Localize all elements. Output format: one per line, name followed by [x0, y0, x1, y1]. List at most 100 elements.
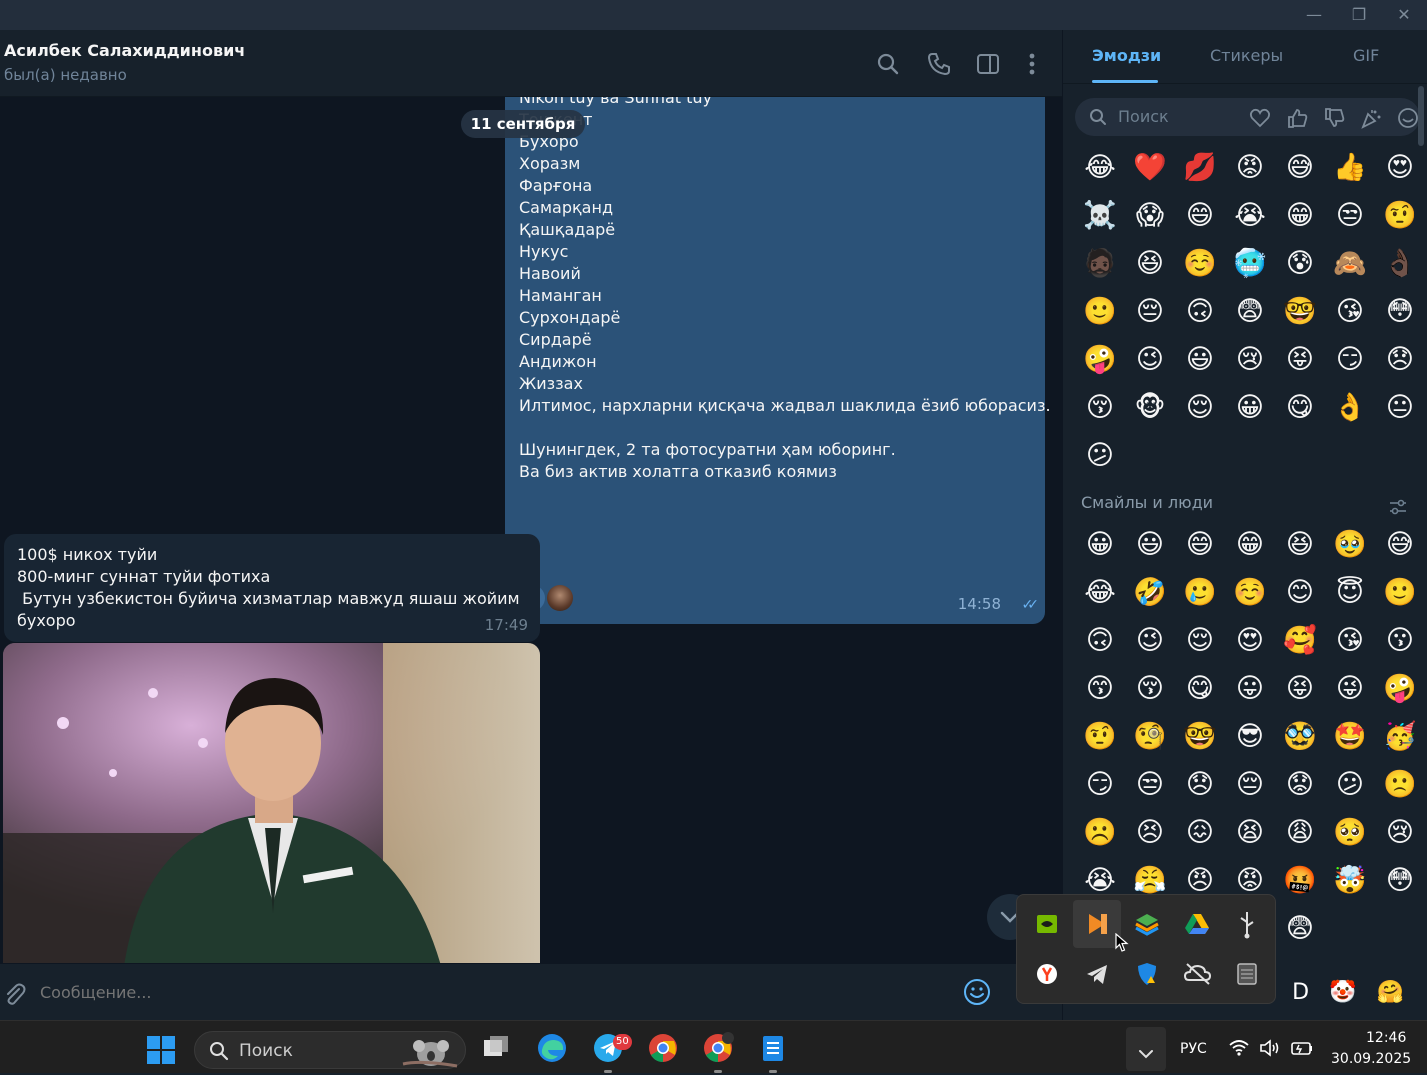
emoji-item[interactable]: 😣 [1125, 809, 1175, 857]
notepad-icon[interactable] [757, 1032, 789, 1064]
message-input[interactable] [40, 974, 940, 1010]
search-icon[interactable] [874, 50, 902, 78]
emoji-search[interactable]: Поиск [1075, 98, 1420, 136]
emoji-item[interactable]: 😘 [1325, 617, 1375, 665]
emoji-item[interactable]: 🥸 [1275, 713, 1325, 761]
phone-icon[interactable] [925, 50, 953, 78]
clock-date[interactable]: 30.09.2025 [1331, 1051, 1411, 1067]
emoji-item[interactable]: 😄 [1175, 192, 1225, 240]
emoji-item[interactable]: 😢 [1225, 336, 1275, 384]
task-view-icon[interactable] [480, 1032, 512, 1064]
emoji-item[interactable]: 🤪 [1075, 336, 1125, 384]
emoji-item[interactable]: 🥶 [1225, 240, 1275, 288]
emoji-item[interactable]: 😫 [1225, 809, 1275, 857]
emoji-item[interactable]: 😞 [1175, 761, 1225, 809]
cloud-off-icon[interactable] [1173, 950, 1221, 998]
emoji-item[interactable]: 😁 [1275, 192, 1325, 240]
emoji-item[interactable]: 😎 [1225, 713, 1275, 761]
emoji-item[interactable]: 😅 [1375, 521, 1425, 569]
emoji-item[interactable]: 😱 [1125, 192, 1175, 240]
emoji-item[interactable]: 😚 [1125, 665, 1175, 713]
emoji-item[interactable]: 🙂 [1075, 288, 1125, 336]
emoji-item[interactable]: 😞 [1375, 336, 1425, 384]
chrome-browser-icon[interactable] [647, 1032, 679, 1064]
emoji-item[interactable]: 😄 [1175, 521, 1225, 569]
emoji-item[interactable]: 😏 [1075, 761, 1125, 809]
yandex-icon[interactable] [1023, 950, 1071, 998]
sidebar-toggle-icon[interactable] [974, 50, 1002, 78]
emoji-item[interactable]: 🤪 [1375, 665, 1425, 713]
maximize-button[interactable]: ❐ [1344, 4, 1374, 26]
outgoing-message[interactable]: Nikoh tuy ва Sunnat tuy Тошкент Бухоро Х… [505, 97, 1051, 624]
settings-sliders-icon[interactable] [1388, 497, 1408, 517]
emoji-item[interactable]: 😀 [1225, 384, 1275, 432]
emoji-item[interactable]: 😭 [1225, 192, 1275, 240]
panel-scrollbar[interactable] [1418, 86, 1424, 146]
emoji-item[interactable]: 😖 [1175, 809, 1225, 857]
clock-time[interactable]: 12:46 [1366, 1030, 1406, 1046]
language-indicator[interactable]: РУС [1180, 1041, 1207, 1057]
emoji-item[interactable]: 😢 [1375, 809, 1425, 857]
chat-messages[interactable]: Nikoh tuy ва Sunnat tuy Тошкент Бухоро Х… [0, 97, 1062, 963]
emoji-button-icon[interactable] [962, 977, 992, 1007]
emoji-item[interactable]: 🤬 [1275, 857, 1325, 905]
tablet-icon[interactable] [1223, 950, 1271, 998]
emoji-item[interactable]: 😗 [1375, 617, 1425, 665]
emoji-item[interactable]: 😊 [1275, 569, 1325, 617]
emoji-item[interactable]: 💋 [1175, 144, 1225, 192]
more-menu-icon[interactable] [1018, 50, 1046, 78]
tab-gif[interactable]: GIF [1353, 46, 1379, 65]
tab-emoji[interactable]: Эмодзи [1092, 46, 1161, 65]
emoji-item[interactable]: 🥳 [1375, 713, 1425, 761]
emoji-item[interactable]: 😋 [1275, 384, 1325, 432]
emoji-item[interactable]: ☺️ [1225, 569, 1275, 617]
emoji-item[interactable]: 🙃 [1075, 617, 1125, 665]
emoji-item[interactable]: 🧔🏿 [1075, 240, 1125, 288]
emoji-item[interactable]: 😁 [1225, 521, 1275, 569]
thumbs-up-category-icon[interactable] [1286, 107, 1308, 129]
tab-stickers[interactable]: Стикеры [1210, 46, 1283, 65]
volume-icon[interactable] [1259, 1039, 1281, 1057]
emoji-item[interactable]: 😂 [1075, 569, 1125, 617]
emoji-item[interactable]: 😌 [1175, 617, 1225, 665]
thumbs-down-category-icon[interactable] [1323, 107, 1345, 129]
emoji-item[interactable]: 😕 [1325, 761, 1375, 809]
chrome-profile-icon[interactable] [702, 1032, 734, 1064]
emoji-item[interactable]: ❤️ [1125, 144, 1175, 192]
orange-app-icon[interactable] [1073, 900, 1121, 948]
emoji-item[interactable]: 😃 [1125, 521, 1175, 569]
emoji-item[interactable]: ☺️ [1175, 240, 1225, 288]
emoji-item[interactable]: 🤩 [1325, 713, 1375, 761]
party-category-icon[interactable] [1360, 107, 1382, 129]
attach-icon[interactable] [2, 980, 26, 1006]
emoji-item[interactable]: 😝 [1275, 665, 1325, 713]
emoji-item[interactable]: 😳 [1375, 288, 1425, 336]
emoji-item[interactable]: 😀 [1075, 521, 1125, 569]
emoji-item[interactable]: 🙃 [1175, 288, 1225, 336]
emoji-item[interactable]: 😒 [1125, 761, 1175, 809]
emoji-category-tab[interactable]: D [1292, 980, 1309, 1016]
windows-start-icon[interactable] [145, 1034, 177, 1066]
emoji-item[interactable]: 🙈 [1325, 240, 1375, 288]
telegram-icon[interactable] [1073, 950, 1121, 998]
emoji-item[interactable]: 👍 [1325, 144, 1375, 192]
incoming-message[interactable]: 100$ никох туйи 800-минг суннат туйи фот… [4, 534, 540, 642]
edge-browser-icon[interactable] [536, 1032, 568, 1064]
emoji-item[interactable]: 😉 [1125, 617, 1175, 665]
emoji-item[interactable]: 🥹 [1325, 521, 1375, 569]
wifi-icon[interactable] [1228, 1039, 1250, 1057]
heart-category-icon[interactable] [1249, 107, 1271, 129]
emoji-item[interactable]: 😏 [1325, 336, 1375, 384]
emoji-item[interactable]: 😡 [1225, 144, 1275, 192]
emoji-item[interactable]: 😙 [1075, 665, 1125, 713]
emoji-item[interactable]: 😨 [1225, 288, 1275, 336]
emoji-item[interactable]: 😃 [1175, 336, 1225, 384]
emoji-item[interactable]: 😋 [1175, 665, 1225, 713]
close-button[interactable]: ✕ [1389, 4, 1419, 26]
emoji-item[interactable]: 🧐 [1125, 713, 1175, 761]
emoji-item[interactable]: 😐 [1375, 384, 1425, 432]
emoji-item[interactable]: ☹️ [1075, 809, 1125, 857]
emoji-item[interactable]: 😟 [1275, 761, 1325, 809]
emoji-item[interactable]: 👌 [1325, 384, 1375, 432]
emoji-item[interactable]: 🤨 [1375, 192, 1425, 240]
